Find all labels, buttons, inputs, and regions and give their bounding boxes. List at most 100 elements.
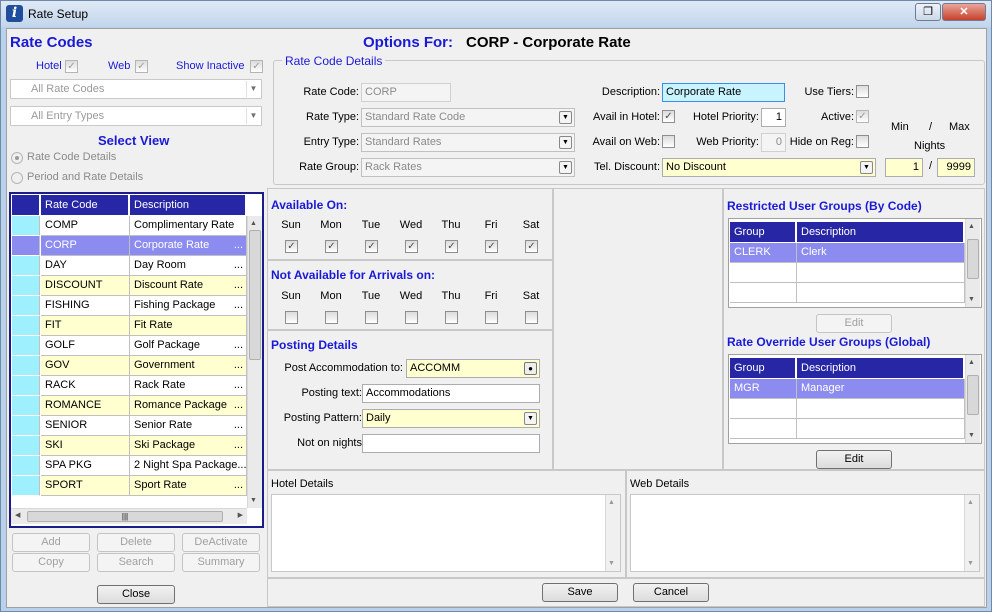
close-icon[interactable]: ✕ [942, 3, 986, 21]
override-scrollbar[interactable]: ▲ ▼ [965, 355, 980, 443]
hide-on-reg-checkbox[interactable] [856, 135, 869, 148]
row-indicator[interactable] [12, 276, 40, 296]
not-available-day-checkbox[interactable] [325, 311, 338, 324]
web-filter-checkbox[interactable]: ✓ [135, 60, 148, 73]
tel-discount-dropdown[interactable]: No Discount ▼ [662, 158, 876, 177]
available-day-checkbox[interactable]: ✓ [445, 240, 458, 253]
row-indicator[interactable] [12, 416, 40, 436]
group-cell[interactable] [730, 283, 797, 303]
restore-icon[interactable]: ❐ [915, 3, 941, 21]
not-available-day-checkbox[interactable] [285, 311, 298, 324]
copy-button[interactable]: Copy [12, 553, 90, 572]
rate-group-dropdown[interactable]: Rack Rates ▼ [361, 158, 575, 177]
rate-code-cell[interactable]: SENIOR [41, 416, 130, 436]
rate-codes-combo[interactable]: All Rate Codes ▼ [10, 79, 262, 99]
not-available-day-checkbox[interactable] [365, 311, 378, 324]
description-field[interactable]: Corporate Rate [662, 83, 785, 102]
group-description-cell[interactable] [797, 283, 965, 303]
use-tiers-checkbox[interactable] [856, 85, 869, 98]
description-cell[interactable]: Rack Rate... [130, 376, 247, 396]
rate-code-cell[interactable]: DISCOUNT [41, 276, 130, 296]
view-radio-details[interactable] [11, 152, 23, 164]
web-details-textarea[interactable]: ▲ ▼ [630, 494, 980, 572]
available-day-checkbox[interactable]: ✓ [525, 240, 538, 253]
group-description-cell[interactable] [797, 399, 965, 419]
grid-vertical-scrollbar[interactable]: ▲ ▼ [247, 216, 262, 508]
description-cell[interactable]: Ski Package... [130, 436, 247, 456]
web-priority-field[interactable]: 0 [761, 133, 786, 152]
grid-horizontal-scrollbar[interactable]: ◀ ||| ▶ [11, 508, 247, 524]
rate-code-cell[interactable]: RACK [41, 376, 130, 396]
min-nights-field[interactable]: 1 [885, 158, 923, 177]
restricted-header-description[interactable]: Description [797, 222, 964, 242]
save-button[interactable]: Save [542, 583, 618, 602]
description-cell[interactable]: Corporate Rate... [130, 236, 247, 256]
group-cell[interactable]: CLERK [730, 243, 797, 263]
available-day-checkbox[interactable]: ✓ [285, 240, 298, 253]
rate-code-cell[interactable]: CORP [41, 236, 130, 256]
row-indicator[interactable] [12, 216, 40, 236]
row-indicator[interactable] [12, 336, 40, 356]
group-cell[interactable] [730, 263, 797, 283]
hotel-details-scrollbar[interactable]: ▲ ▼ [605, 495, 620, 571]
rate-type-dropdown[interactable]: Standard Rate Code ▼ [361, 108, 575, 127]
rate-code-cell[interactable]: COMP [41, 216, 130, 236]
row-indicator[interactable] [12, 376, 40, 396]
not-available-day-checkbox[interactable] [405, 311, 418, 324]
row-indicator[interactable] [12, 236, 40, 256]
delete-button[interactable]: Delete [97, 533, 175, 552]
description-cell[interactable]: Romance Package... [130, 396, 247, 416]
group-cell[interactable] [730, 399, 797, 419]
group-description-cell[interactable] [797, 419, 965, 439]
not-on-nights-field[interactable] [362, 434, 540, 453]
summary-button[interactable]: Summary [182, 553, 260, 572]
header-description[interactable]: Description [130, 195, 246, 215]
restricted-scrollbar[interactable]: ▲ ▼ [965, 219, 980, 307]
row-indicator[interactable] [12, 396, 40, 416]
deactivate-button[interactable]: DeActivate [182, 533, 260, 552]
post-accom-field[interactable]: ACCOMM ● [406, 359, 540, 378]
group-cell[interactable]: MGR [730, 379, 797, 399]
show-inactive-checkbox[interactable]: ✓ [250, 60, 263, 73]
group-cell[interactable] [730, 419, 797, 439]
rate-code-cell[interactable]: FIT [41, 316, 130, 336]
description-cell[interactable]: Golf Package... [130, 336, 247, 356]
posting-pattern-dropdown[interactable]: Daily ▼ [362, 409, 540, 428]
description-cell[interactable]: Complimentary Rate [130, 216, 247, 236]
group-description-cell[interactable]: Manager [797, 379, 965, 399]
available-day-checkbox[interactable]: ✓ [405, 240, 418, 253]
add-button[interactable]: Add [12, 533, 90, 552]
active-checkbox[interactable]: ✓ [856, 110, 869, 123]
avail-hotel-checkbox[interactable]: ✓ [662, 110, 675, 123]
description-cell[interactable]: Sport Rate... [130, 476, 247, 496]
description-cell[interactable]: Day Room... [130, 256, 247, 276]
max-nights-field[interactable]: 9999 [937, 158, 975, 177]
rate-code-cell[interactable]: SKI [41, 436, 130, 456]
available-day-checkbox[interactable]: ✓ [485, 240, 498, 253]
web-details-scrollbar[interactable]: ▲ ▼ [964, 495, 979, 571]
row-indicator[interactable] [12, 256, 40, 276]
close-button[interactable]: Close [97, 585, 175, 604]
row-indicator[interactable] [12, 316, 40, 336]
row-indicator[interactable] [12, 436, 40, 456]
lookup-icon[interactable]: ● [524, 362, 537, 375]
posting-text-field[interactable]: Accommodations [362, 384, 540, 403]
cancel-button[interactable]: Cancel [633, 583, 709, 602]
row-indicator[interactable] [12, 296, 40, 316]
override-header-description[interactable]: Description [797, 358, 964, 378]
description-cell[interactable]: Fishing Package... [130, 296, 247, 316]
hotel-filter-checkbox[interactable]: ✓ [65, 60, 78, 73]
not-available-day-checkbox[interactable] [525, 311, 538, 324]
available-day-checkbox[interactable]: ✓ [325, 240, 338, 253]
group-description-cell[interactable] [797, 263, 965, 283]
rate-code-cell[interactable]: ROMANCE [41, 396, 130, 416]
override-header-group[interactable]: Group [730, 358, 796, 378]
avail-web-checkbox[interactable] [662, 135, 675, 148]
description-cell[interactable]: Senior Rate... [130, 416, 247, 436]
rate-code-cell[interactable]: SPA PKG [41, 456, 130, 476]
restricted-edit-button[interactable]: Edit [816, 314, 892, 333]
group-description-cell[interactable]: Clerk [797, 243, 965, 263]
row-indicator[interactable] [12, 456, 40, 476]
header-rate-code[interactable]: Rate Code [41, 195, 129, 215]
override-edit-button[interactable]: Edit [816, 450, 892, 469]
